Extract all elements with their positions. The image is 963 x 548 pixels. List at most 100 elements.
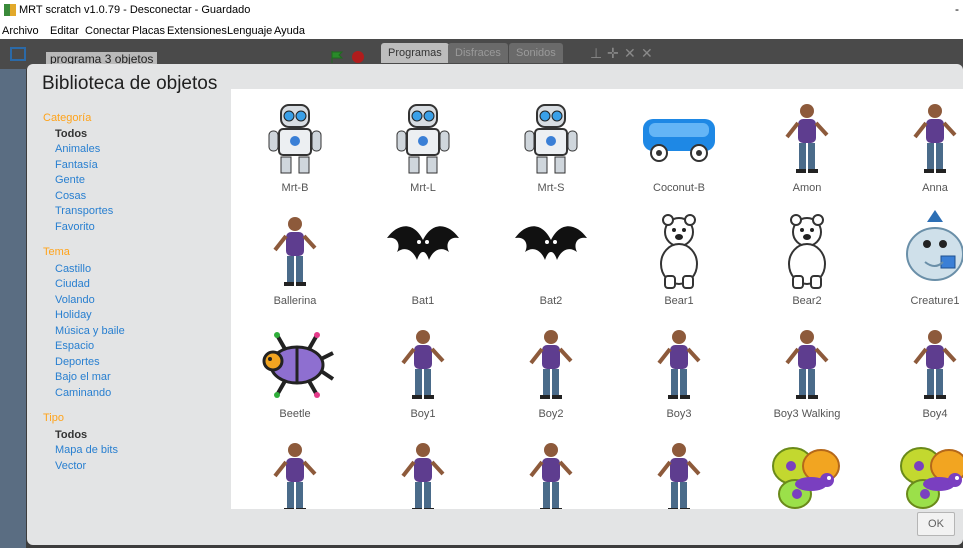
sprite-tile[interactable]: Anna <box>871 89 963 207</box>
menu-editar[interactable]: Editar <box>50 25 79 37</box>
app-icon <box>4 4 16 16</box>
theme-heading: Tema <box>43 246 70 258</box>
minimize-button[interactable]: - <box>955 2 959 16</box>
butterfly-icon <box>900 447 963 509</box>
tab-sonidos[interactable]: Sonidos <box>509 43 563 63</box>
category-item-transportes[interactable]: Transportes <box>55 205 113 217</box>
sprite-tile[interactable]: Bat2 <box>487 202 615 320</box>
theme-item-musica-y-baile[interactable]: Música y baile <box>55 325 125 337</box>
sprite-tile[interactable]: Ballerina <box>231 202 359 320</box>
sprite-name: Boy3 Walking <box>773 408 841 420</box>
window-title: MRT scratch v1.0.79 - Desconectar - Guar… <box>19 4 251 16</box>
robot-icon <box>524 104 578 174</box>
sprite-tile[interactable]: Beetle <box>231 315 359 433</box>
theme-item-caminando[interactable]: Caminando <box>55 387 111 399</box>
person-icon <box>401 330 445 399</box>
sprite-tile[interactable]: Boy3 Walking <box>743 315 871 433</box>
person-icon <box>529 330 573 399</box>
sprite-name: Amon <box>792 182 822 194</box>
category-item-fantasia[interactable]: Fantasía <box>55 159 98 171</box>
sprite-tile[interactable] <box>743 428 871 509</box>
theme-item-deportes[interactable]: Deportes <box>55 356 100 368</box>
sprite-tile[interactable]: Amon <box>743 89 871 207</box>
menu-ayuda[interactable]: Ayuda <box>274 25 305 37</box>
sprite-tile[interactable]: Bear2 <box>743 202 871 320</box>
theme-item-volando[interactable]: Volando <box>55 294 95 306</box>
grow-icon[interactable]: ✕ <box>624 45 636 62</box>
stage-preview <box>0 69 26 548</box>
sprite-library-dialog: Biblioteca de objetos Categoría Todos An… <box>27 64 963 545</box>
sprite-name: Bear1 <box>664 295 694 307</box>
sprite-name: Creature1 <box>910 295 960 307</box>
type-heading: Tipo <box>43 412 64 424</box>
sprite-tile[interactable]: Mrt-S <box>487 89 615 207</box>
sprite-tile[interactable]: Mrt-L <box>359 89 487 207</box>
menu-bar: Archivo Editar Conectar Placas Extension… <box>0 22 963 39</box>
sprite-tile[interactable] <box>359 428 487 509</box>
tab-disfraces[interactable]: Disfraces <box>448 43 508 63</box>
cut-icon[interactable]: ✛ <box>607 45 619 62</box>
menu-archivo[interactable]: Archivo <box>2 25 39 37</box>
sprite-name: Ballerina <box>273 295 317 307</box>
sprite-tile[interactable] <box>871 428 963 509</box>
theme-item-bajo-el-mar[interactable]: Bajo el mar <box>55 371 111 383</box>
sprite-name: Boy2 <box>538 408 564 420</box>
sprite-name: Mrt-S <box>537 182 565 194</box>
category-heading: Categoría <box>43 112 92 124</box>
sprite-tile[interactable] <box>615 428 743 509</box>
category-item-todos[interactable]: Todos <box>55 128 87 140</box>
sprite-tile[interactable] <box>487 428 615 509</box>
tab-programas[interactable]: Programas <box>381 43 449 63</box>
sprite-name: Beetle <box>279 408 311 420</box>
sprite-tile[interactable]: Creature1 <box>871 202 963 320</box>
sprite-tile[interactable]: Bat1 <box>359 202 487 320</box>
sprite-tile[interactable]: Boy4 <box>871 315 963 433</box>
dialog-title: Biblioteca de objetos <box>42 73 218 94</box>
sprite-name: Bat1 <box>411 295 435 307</box>
category-item-cosas[interactable]: Cosas <box>55 190 86 202</box>
fullscreen-icon[interactable] <box>10 47 26 64</box>
person-icon <box>785 104 829 173</box>
bear-icon <box>660 214 698 289</box>
menu-conectar[interactable]: Conectar <box>85 25 130 37</box>
category-item-animales[interactable]: Animales <box>55 143 100 155</box>
category-item-gente[interactable]: Gente <box>55 174 85 186</box>
sprite-name: Bat2 <box>539 295 563 307</box>
sprite-tile[interactable]: Boy2 <box>487 315 615 433</box>
theme-item-castillo[interactable]: Castillo <box>55 263 91 275</box>
sprite-grid: Mrt-B Mrt-L Mrt-S Coconut-B Amon Anna Ballerin… <box>231 89 963 509</box>
type-item-todos[interactable]: Todos <box>55 429 87 441</box>
sprite-name: Boy4 <box>922 408 948 420</box>
menu-lenguaje[interactable]: Lenguaje <box>227 25 272 37</box>
person-icon <box>529 443 573 509</box>
robot-icon <box>268 104 322 174</box>
sprite-tile[interactable]: Boy1 <box>359 315 487 433</box>
sprite-tile[interactable]: Bear1 <box>615 202 743 320</box>
shrink-icon[interactable]: ✕ <box>641 45 653 62</box>
sprite-name: Mrt-L <box>410 182 436 194</box>
theme-item-holiday[interactable]: Holiday <box>55 309 92 321</box>
theme-item-ciudad[interactable]: Ciudad <box>55 278 90 290</box>
type-item-mapa-de-bits[interactable]: Mapa de bits <box>55 444 118 456</box>
person-icon <box>785 330 829 399</box>
ok-button[interactable]: OK <box>917 512 955 536</box>
sprite-name: Mrt-B <box>281 182 309 194</box>
category-item-favorito[interactable]: Favorito <box>55 221 95 233</box>
beetle-icon <box>262 332 335 398</box>
bear-icon <box>788 214 826 289</box>
theme-item-espacio[interactable]: Espacio <box>55 340 94 352</box>
sprite-tile[interactable] <box>231 428 359 509</box>
sprite-tile[interactable]: Mrt-B <box>231 89 359 207</box>
person-icon <box>657 330 701 399</box>
menu-placas[interactable]: Placas <box>132 25 165 37</box>
bat-icon <box>515 226 587 260</box>
sprite-name: Boy3 <box>666 408 692 420</box>
sprite-tile[interactable]: Coconut-B <box>615 89 743 207</box>
sprite-tile[interactable]: Boy3 <box>615 315 743 433</box>
type-item-vector[interactable]: Vector <box>55 460 86 472</box>
person-icon <box>401 443 445 509</box>
menu-extensiones[interactable]: Extensiones <box>167 25 227 37</box>
stamp-icon[interactable]: ⊥ <box>590 45 602 62</box>
person-icon <box>913 330 957 399</box>
person-icon <box>657 443 701 509</box>
